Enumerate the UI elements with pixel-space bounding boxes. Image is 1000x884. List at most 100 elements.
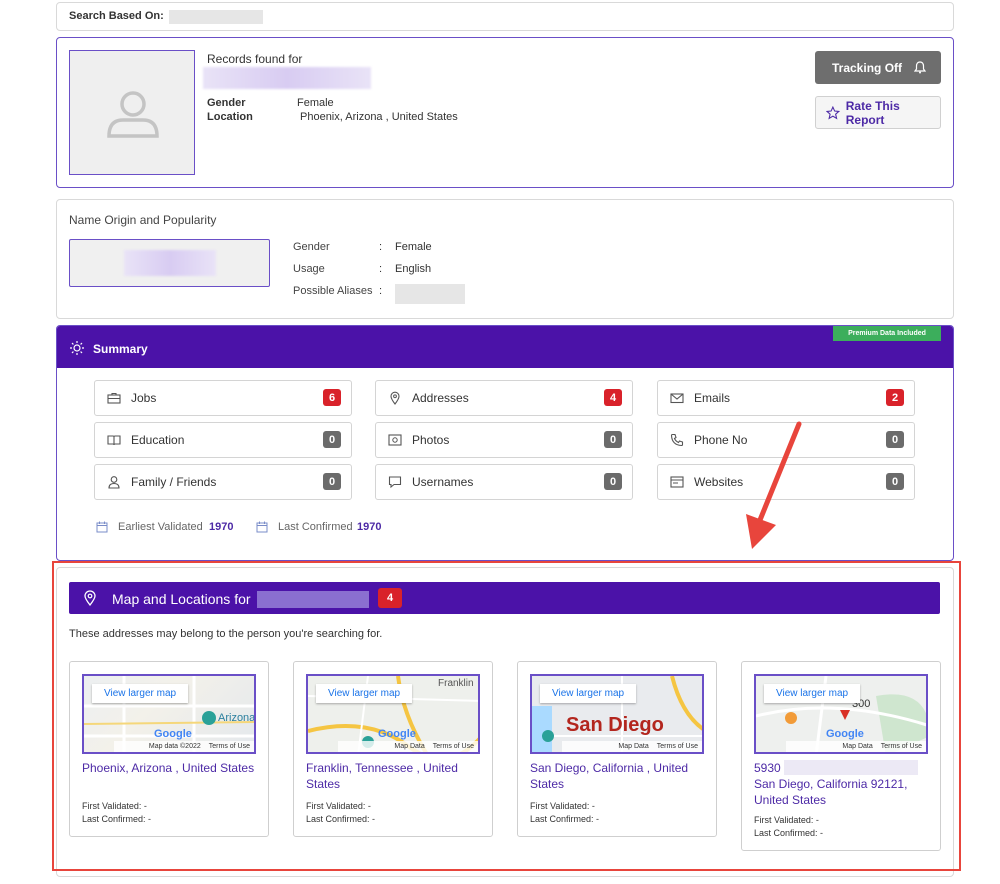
summary-item-usernames[interactable]: Usernames 0 [375,464,633,500]
location-address[interactable]: San Diego, California , United States [530,760,706,792]
count-badge: 2 [886,389,904,406]
count-badge: 0 [323,431,341,448]
location-card: San Diego View larger map Map Data Terms … [517,661,717,837]
premium-data-badge: Premium Data Included [833,326,941,341]
view-larger-map-link[interactable]: View larger map [764,684,861,703]
summary-item-addresses[interactable]: Addresses 4 [375,380,633,416]
count-badge: 0 [323,473,341,490]
first-validated: First Validated: - [754,815,819,825]
count-badge: 0 [604,473,622,490]
last-confirmed: Last Confirmed: - [306,814,376,824]
map-data-text: Map Data [842,743,873,750]
summary-item-label: Education [131,433,185,447]
bell-icon [914,61,927,74]
locations-header: Map and Locations for 4 [69,582,940,614]
summary-header: Summary Premium Data Included [57,326,953,368]
count-badge: 0 [886,431,904,448]
map-thumbnail[interactable]: San Diego View larger map Map Data Terms … [530,674,704,754]
view-larger-map-link[interactable]: View larger map [92,684,189,703]
name-origin-card: Name Origin and Popularity Gender : Fema… [56,199,954,319]
chat-icon [388,475,402,489]
summary-item-label: Family / Friends [131,475,217,489]
calendar-icon [96,521,108,533]
redacted-search-term [169,10,263,24]
view-larger-map-link[interactable]: View larger map [316,684,413,703]
redacted-name [257,591,369,608]
rate-report-label: Rate This Report [845,98,900,127]
google-logo: Google [826,728,864,740]
map-pin-icon [84,590,96,606]
calendar-icon [256,521,268,533]
origin-usage-sep: : [379,263,383,275]
summary-title: Summary [93,342,148,356]
summary-item-education[interactable]: Education 0 [94,422,352,458]
last-confirmed-label: Last Confirmed [278,521,353,533]
gender-label: Gender [207,97,246,109]
locations-subtitle: These addresses may belong to the person… [69,628,383,640]
first-validated: First Validated: - [82,801,147,811]
google-logo: Google [154,728,192,740]
map-footer: Map Data Terms of Use [786,741,926,752]
earliest-validated-label: Earliest Validated [118,521,203,533]
map-thumbnail[interactable]: 300 View larger map Google Map Data Terms… [754,674,928,754]
name-origin-title: Name Origin and Popularity [69,213,217,227]
map-thumbnail[interactable]: Franklin View larger map Google Map Data… [306,674,480,754]
summary-item-family-friends[interactable]: Family / Friends 0 [94,464,352,500]
photo-icon [388,433,402,447]
location-label: Location [207,111,253,123]
briefcase-icon [107,391,121,405]
first-validated: First Validated: - [530,801,595,811]
rate-report-button[interactable]: Rate This Report [815,96,941,129]
location-card: 300 View larger map Google Map Data Terms… [741,661,941,851]
annotation-arrow [746,421,802,549]
map-place-label: Arizona [218,712,256,724]
redacted-aliases [395,284,465,304]
location-address[interactable]: Franklin, Tennessee , United States [306,760,482,792]
avatar [69,50,195,175]
terms-link[interactable]: Terms of Use [209,743,250,750]
name-origin-box [69,239,270,287]
search-based-on-label: Search Based On: [69,10,164,22]
map-data-text: Map data ©2022 [148,743,201,750]
map-footer: Map Data Terms of Use [338,741,478,752]
map-thumbnail[interactable]: Arizona View larger map Google Map data … [82,674,256,754]
summary-item-label: Addresses [412,391,469,405]
terms-link[interactable]: Terms of Use [881,743,922,750]
tracking-off-button[interactable]: Tracking Off [815,51,941,84]
count-badge: 4 [604,389,622,406]
person-icon [107,475,121,489]
map-footer: Map Data Terms of Use [562,741,702,752]
sun-icon [70,341,84,355]
summary-item-label: Emails [694,391,731,405]
location-value: Phoenix, Arizona , United States [300,111,458,123]
origin-usage-label: Usage [293,263,325,275]
terms-link[interactable]: Terms of Use [433,743,474,750]
map-place-label: San Diego [566,714,664,736]
summary-item-emails[interactable]: Emails 2 [657,380,915,416]
last-confirmed: Last Confirmed: - [754,828,824,838]
redacted-name [203,67,371,89]
view-larger-map-link[interactable]: View larger map [540,684,637,703]
summary-item-label: Photos [412,433,450,447]
summary-item-label: Jobs [131,391,157,405]
map-pin-icon [388,391,402,405]
summary-item-photos[interactable]: Photos 0 [375,422,633,458]
location-address[interactable]: San Diego, California 92121, United Stat… [754,776,930,808]
redacted-first-name [124,250,216,276]
locations-count-badge: 4 [378,588,402,608]
book-icon [107,433,121,447]
origin-usage-value: English [395,263,432,275]
count-badge: 0 [886,473,904,490]
earliest-validated-value: 1970 [209,521,234,533]
last-confirmed: Last Confirmed: - [530,814,600,824]
profile-card: Records found for Gender Female Location… [56,37,954,188]
browser-icon [670,475,684,489]
summary-item-label: Usernames [412,475,474,489]
locations-title: Map and Locations for [112,591,251,607]
summary-item-jobs[interactable]: Jobs 6 [94,380,352,416]
terms-link[interactable]: Terms of Use [657,743,698,750]
count-badge: 6 [323,389,341,406]
first-validated: First Validated: - [306,801,371,811]
tracking-off-label: Tracking Off [832,60,903,75]
location-address[interactable]: Phoenix, Arizona , United States [82,760,258,776]
